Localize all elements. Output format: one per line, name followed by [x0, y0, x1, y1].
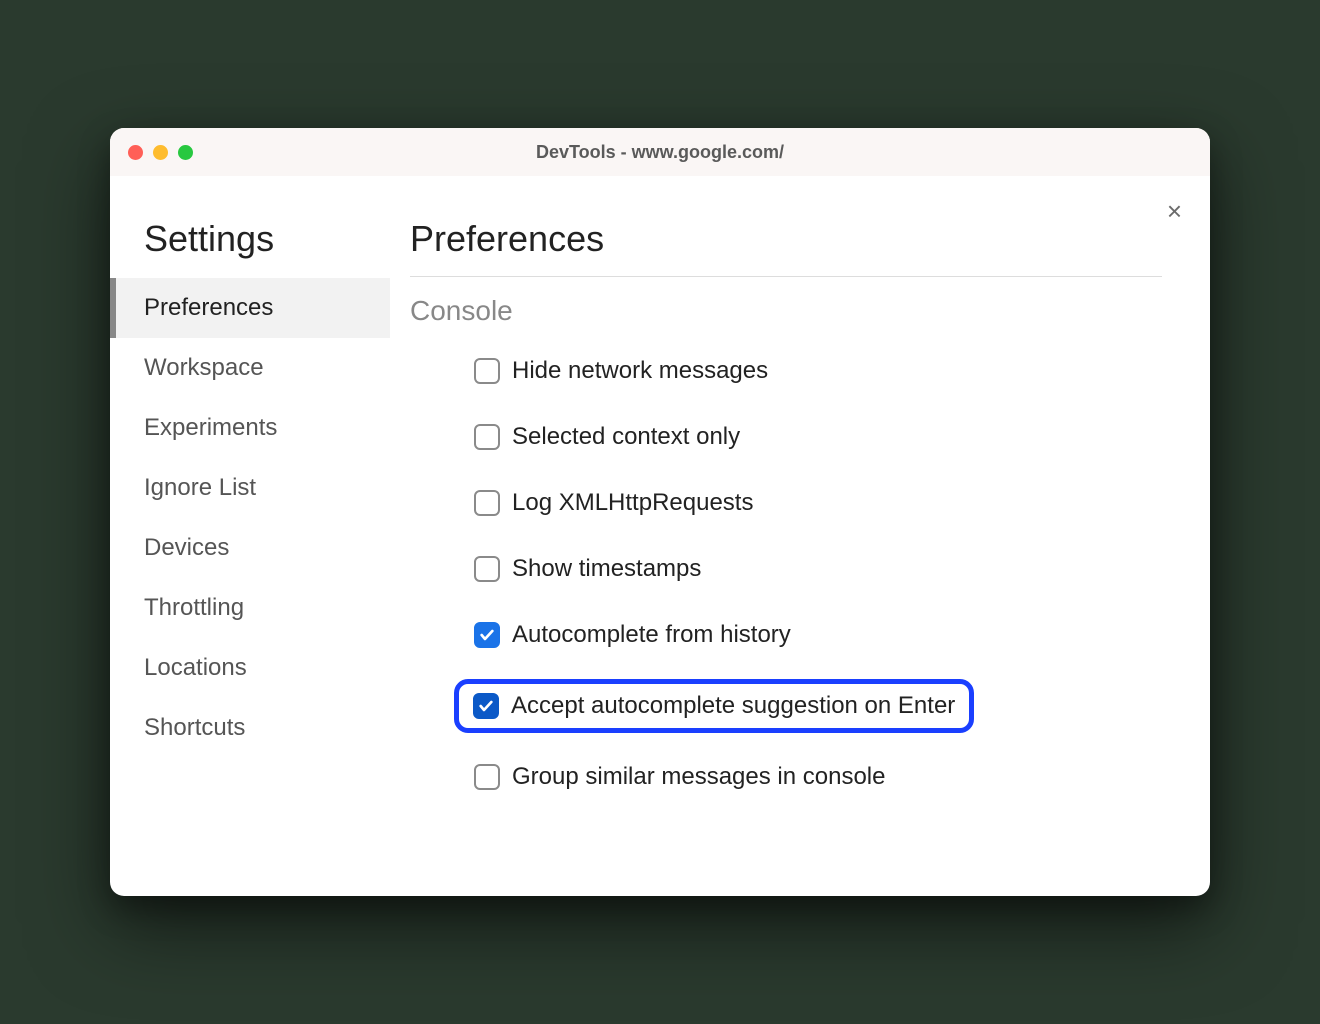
sidebar-item-locations[interactable]: Locations	[110, 638, 390, 698]
option-row[interactable]: Accept autocomplete suggestion on Enter	[454, 679, 974, 733]
window-title: DevTools - www.google.com/	[128, 142, 1192, 163]
devtools-window: DevTools - www.google.com/ × Settings Pr…	[110, 128, 1210, 896]
option-row[interactable]: Show timestamps	[464, 547, 1162, 591]
checkbox[interactable]	[474, 556, 500, 582]
option-row[interactable]: Group similar messages in console	[464, 755, 1162, 799]
sidebar-item-workspace[interactable]: Workspace	[110, 338, 390, 398]
option-row[interactable]: Autocomplete from history	[464, 613, 1162, 657]
option-label: Group similar messages in console	[512, 763, 886, 791]
option-label: Log XMLHttpRequests	[512, 489, 753, 517]
checkbox[interactable]	[474, 424, 500, 450]
titlebar: DevTools - www.google.com/	[110, 128, 1210, 176]
option-label: Hide network messages	[512, 357, 768, 385]
page-title: Preferences	[410, 218, 1162, 277]
checkbox[interactable]	[474, 764, 500, 790]
checkbox[interactable]	[474, 622, 500, 648]
sidebar-title: Settings	[110, 218, 390, 278]
option-label: Accept autocomplete suggestion on Enter	[511, 692, 955, 720]
option-label: Selected context only	[512, 423, 740, 451]
sidebar-item-ignore-list[interactable]: Ignore List	[110, 458, 390, 518]
sidebar-item-devices[interactable]: Devices	[110, 518, 390, 578]
checkbox[interactable]	[474, 358, 500, 384]
window-controls	[128, 145, 193, 160]
option-label: Show timestamps	[512, 555, 701, 583]
checkbox[interactable]	[473, 693, 499, 719]
close-window-button[interactable]	[128, 145, 143, 160]
option-row[interactable]: Hide network messages	[464, 349, 1162, 393]
close-icon[interactable]: ×	[1167, 198, 1182, 224]
option-row[interactable]: Selected context only	[464, 415, 1162, 459]
zoom-window-button[interactable]	[178, 145, 193, 160]
checkbox[interactable]	[474, 490, 500, 516]
sidebar-item-experiments[interactable]: Experiments	[110, 398, 390, 458]
settings-main: Preferences Console Hide network message…	[390, 176, 1210, 896]
section-title: Console	[410, 295, 1162, 327]
sidebar-item-shortcuts[interactable]: Shortcuts	[110, 698, 390, 758]
option-row[interactable]: Log XMLHttpRequests	[464, 481, 1162, 525]
option-label: Autocomplete from history	[512, 621, 791, 649]
sidebar-item-preferences[interactable]: Preferences	[110, 278, 390, 338]
settings-body: × Settings PreferencesWorkspaceExperimen…	[110, 176, 1210, 896]
settings-sidebar: Settings PreferencesWorkspaceExperiments…	[110, 176, 390, 896]
sidebar-item-throttling[interactable]: Throttling	[110, 578, 390, 638]
minimize-window-button[interactable]	[153, 145, 168, 160]
